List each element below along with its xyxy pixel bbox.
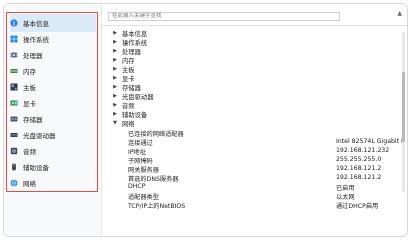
tree-item-peripherals[interactable]: ▶ 辅助设备 <box>112 110 148 119</box>
detail-key: DHCP <box>128 183 146 190</box>
network-icon <box>10 179 18 187</box>
tree-item-basic-info[interactable]: ▶ 基本信息 <box>112 29 148 38</box>
info-icon <box>10 19 18 27</box>
expand-arrow-icon[interactable]: ▶ <box>112 30 118 36</box>
tree-item-label: 主板 <box>122 66 135 74</box>
expand-arrow-icon[interactable]: ▶ <box>112 39 118 45</box>
collapse-arrow-icon[interactable]: ▼ <box>112 120 118 126</box>
search-input[interactable] <box>108 12 340 21</box>
tree-item-label: 辅助设备 <box>122 111 148 119</box>
tree-item-label: 基本信息 <box>122 30 148 38</box>
sidebar-item-label: 网络 <box>23 180 36 188</box>
network-detail-row: 适配器类型 以太网 <box>128 192 407 201</box>
windows-icon <box>10 35 18 43</box>
scrollbar-thumb[interactable] <box>402 72 405 142</box>
detail-key: TCP/IP上的NetBIOS <box>128 203 186 210</box>
optical-drive-icon <box>10 131 18 139</box>
detail-value: 已启用 <box>336 185 355 192</box>
vertical-scrollbar[interactable] <box>402 32 405 192</box>
sidebar-item-label: 光盘驱动器 <box>23 132 56 140</box>
sidebar: 基本信息 操作系统 处理器 内存 主板 显卡 存储器 光盘驱动器 音频 辅助设备… <box>4 4 102 236</box>
network-detail-row: 首选的DNS服务器 192.168.121.2 <box>128 174 407 183</box>
divider <box>102 25 407 26</box>
tree-item-label: 存储器 <box>122 84 141 92</box>
tree-item-memory[interactable]: ▶ 内存 <box>112 56 135 65</box>
network-detail-row: IP地址 192.168.121.232 <box>128 147 407 156</box>
network-detail-row: 网关服务器 192.168.121.2 <box>128 165 407 174</box>
expand-arrow-icon[interactable]: ▶ <box>112 57 118 63</box>
sidebar-item-label: 存储器 <box>23 116 43 124</box>
tree-item-label: 显卡 <box>122 75 135 83</box>
expand-arrow-icon[interactable]: ▶ <box>112 75 118 81</box>
tree-item-audio[interactable]: ▶ 音频 <box>112 101 135 110</box>
detail-key: 子网掩码 <box>128 158 153 165</box>
detail-key: 适配器类型 <box>128 194 159 201</box>
sidebar-item-label: 基本信息 <box>23 20 49 28</box>
detail-key: 连接通过 <box>128 140 153 147</box>
tree-item-gpu[interactable]: ▶ 显卡 <box>112 74 135 83</box>
sidebar-item-network[interactable]: 网络 <box>10 174 96 192</box>
motherboard-icon <box>10 83 18 91</box>
sidebar-item-label: 处理器 <box>23 52 43 60</box>
memory-icon <box>10 67 18 75</box>
tree-item-label: 网络 <box>122 120 135 128</box>
tree-item-storage[interactable]: ▶ 存储器 <box>112 83 141 92</box>
tree-item-network[interactable]: ▼ 网络 <box>112 119 135 128</box>
sidebar-item-label: 内存 <box>23 68 36 76</box>
expand-arrow-icon[interactable]: ▶ <box>112 102 118 108</box>
sidebar-item-label: 辅助设备 <box>23 164 49 172</box>
tree-item-label: 处理器 <box>122 48 141 56</box>
tree-item-os[interactable]: ▶ 操作系统 <box>112 38 148 47</box>
peripheral-icon <box>10 163 18 171</box>
detail-key: 网关服务器 <box>128 167 159 174</box>
app-window: 基本信息 操作系统 处理器 内存 主板 显卡 存储器 光盘驱动器 音频 辅助设备… <box>3 3 408 237</box>
tree-item-cpu[interactable]: ▶ 处理器 <box>112 47 141 56</box>
network-detail-row: DHCP 已启用 <box>128 183 407 192</box>
detail-key: 已连接的网络适配器 <box>128 131 184 138</box>
sidebar-item-label: 音频 <box>23 148 36 156</box>
expand-arrow-icon[interactable]: ▶ <box>112 111 118 117</box>
sidebar-item-label: 操作系统 <box>23 36 49 44</box>
tree-item-label: 内存 <box>122 57 135 65</box>
detail-value: Intel 82574L Gigabit N <box>336 138 406 145</box>
tree-item-optical-drive[interactable]: ▶ 光盘驱动器 <box>112 92 154 101</box>
expand-arrow-icon[interactable]: ▶ <box>112 84 118 90</box>
detail-value: 通过DHCP启用 <box>336 203 379 210</box>
detail-value: 192.168.121.2 <box>336 174 382 181</box>
sidebar-item-label: 显卡 <box>23 100 36 108</box>
tree-item-label: 音频 <box>122 102 135 110</box>
network-detail-row: TCP/IP上的NetBIOS 通过DHCP启用 <box>128 201 407 210</box>
tree-item-label: 操作系统 <box>122 39 148 47</box>
expand-arrow-icon[interactable]: ▶ <box>112 48 118 54</box>
network-detail-row: 子网掩码 255.255.255.0 <box>128 156 407 165</box>
cpu-icon <box>10 51 18 59</box>
expand-arrow-icon[interactable]: ▶ <box>112 66 118 72</box>
storage-icon <box>10 115 18 123</box>
detail-value: 255.255.255.0 <box>336 156 382 163</box>
network-detail-row: 连接通过 Intel 82574L Gigabit N <box>128 138 407 147</box>
main-panel: ▲ ▶ 基本信息 ▶ 操作系统 ▶ 处理器 ▶ 内存 ▶ 主板 ▶ 显卡 ▶ 存… <box>102 4 407 236</box>
tree-item-motherboard[interactable]: ▶ 主板 <box>112 65 135 74</box>
tree-item-label: 光盘驱动器 <box>122 93 154 101</box>
detail-value: 192.168.121.232 <box>336 147 390 154</box>
network-detail-row: 已连接的网络适配器 <box>128 129 407 138</box>
detail-key: 首选的DNS服务器 <box>128 176 179 183</box>
gpu-icon <box>10 99 18 107</box>
sidebar-item-label: 主板 <box>23 84 36 92</box>
detail-value: 以太网 <box>336 194 355 201</box>
scroll-up-arrow-icon[interactable]: ▲ <box>397 10 402 17</box>
audio-icon <box>10 147 18 155</box>
expand-arrow-icon[interactable]: ▶ <box>112 93 118 99</box>
detail-key: IP地址 <box>128 149 146 156</box>
detail-value: 192.168.121.2 <box>336 165 382 172</box>
